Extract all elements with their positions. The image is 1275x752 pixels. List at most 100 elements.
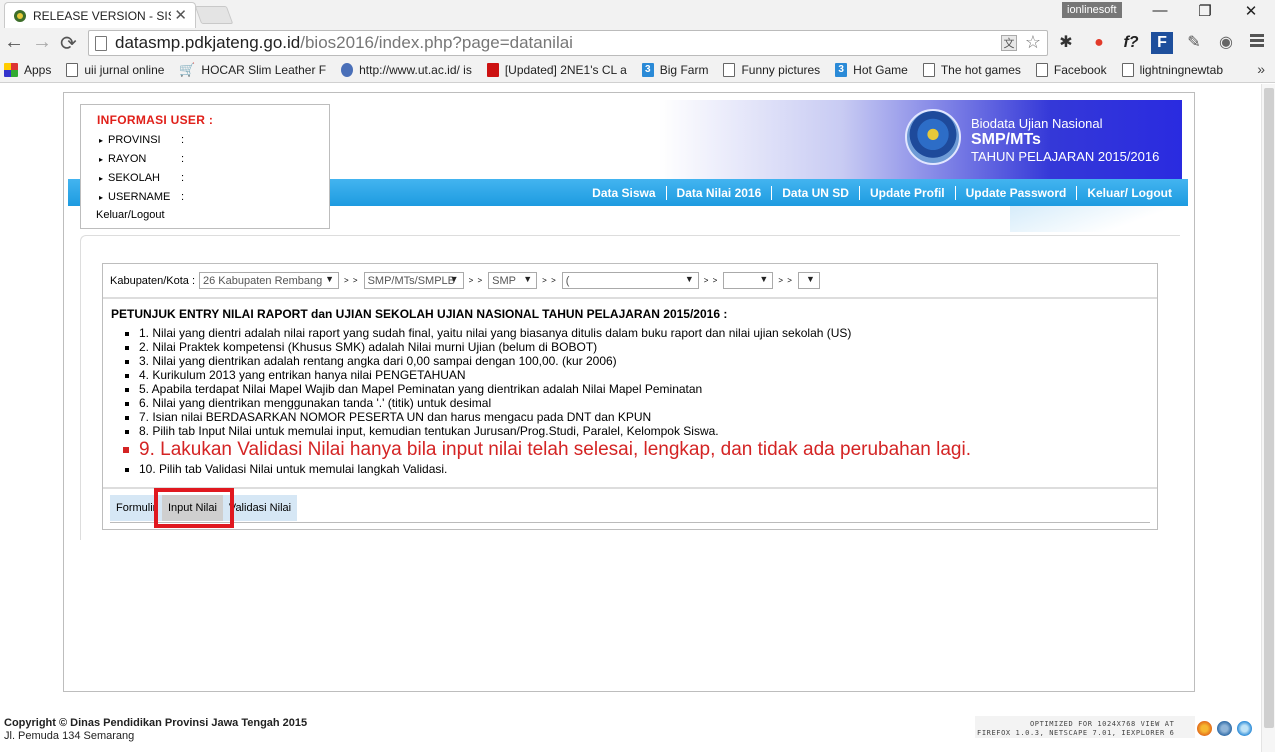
- select-value: 26 Kabupaten Rembang: [203, 274, 323, 287]
- jenjang-select[interactable]: SMP/MTs/SMPLB ▼: [363, 272, 464, 289]
- bookmark-label: Facebook: [1053, 63, 1107, 77]
- bookmark-item[interactable]: The hot games: [922, 63, 1021, 77]
- bookmarks-overflow-icon[interactable]: »: [1257, 61, 1265, 77]
- divider: [103, 487, 1157, 489]
- bookmark-label: Funny pictures: [741, 63, 821, 77]
- browser-tab[interactable]: RELEASE VERSION - SISTE ✕: [4, 2, 196, 28]
- kabupaten-label: Kabupaten/Kota :: [110, 274, 196, 287]
- bullet-arrow-icon: ▸: [99, 193, 104, 202]
- footer-copyright: Copyright © Dinas Pendidikan Provinsi Ja…: [4, 717, 308, 729]
- bullet-arrow-icon: ▸: [99, 155, 104, 164]
- ie-icon: [1237, 721, 1252, 736]
- back-icon[interactable]: ←: [4, 31, 24, 54]
- maximize-icon[interactable]: ❐: [1190, 2, 1220, 20]
- profile-badge[interactable]: ionlinesoft: [1062, 2, 1122, 18]
- jurusan-select[interactable]: ▼: [723, 272, 774, 289]
- jenis-select[interactable]: SMP ▼: [488, 272, 538, 289]
- user-row-label: RAYON: [108, 153, 147, 165]
- nav-data-un-sd[interactable]: Data UN SD: [771, 185, 859, 200]
- compat-line-2: FIREFOX 1.0.3, NETSCAPE 7.01, IEXPLORER …: [977, 729, 1175, 737]
- chevron-down-icon: ▼: [805, 274, 815, 284]
- forward-icon[interactable]: →: [32, 31, 52, 54]
- bookmark-item[interactable]: Facebook: [1035, 63, 1107, 77]
- chevron-down-icon: ▼: [449, 274, 459, 284]
- logout-link[interactable]: Keluar/Logout: [96, 209, 165, 221]
- instruction-item: 8. Pilih tab Input Nilai untuk memulai i…: [125, 424, 1151, 438]
- new-tab-button[interactable]: [194, 6, 234, 24]
- scrollbar-thumb[interactable]: [1264, 88, 1274, 728]
- page-icon: [922, 63, 935, 77]
- nav-update-password[interactable]: Update Password: [954, 185, 1077, 200]
- bullet-arrow-icon: ▸: [99, 136, 104, 145]
- bookmark-label: Apps: [24, 63, 52, 77]
- paralel-select[interactable]: ▼: [797, 272, 820, 289]
- globe-icon[interactable]: ◉: [1215, 32, 1237, 54]
- browser-toolbar: ← → ⟳ datasmp.pdkjateng.go.id/bios2016/i…: [0, 28, 1275, 58]
- bookmark-label: http://www.ut.ac.id/ is: [359, 63, 472, 77]
- banner-subtitle: Biodata Ujian Nasional: [971, 116, 1103, 131]
- user-row-label: SEKOLAH: [108, 172, 160, 184]
- record-icon[interactable]: ●: [1088, 32, 1110, 54]
- nav-data-siswa[interactable]: Data Siswa: [582, 186, 665, 200]
- tabs-underline: [110, 522, 1150, 523]
- youtube-icon: [486, 63, 499, 77]
- bookmark-item[interactable]: http://www.ut.ac.id/ is: [341, 63, 472, 77]
- tab-validasi-nilai[interactable]: Validasi Nilai: [222, 495, 298, 521]
- game-icon: 3: [641, 63, 654, 77]
- instruction-item: 10. Pilih tab Validasi Nilai untuk memul…: [125, 462, 1151, 476]
- bookmark-star-icon[interactable]: ☆: [1025, 32, 1041, 53]
- user-row-colon: :: [181, 153, 185, 165]
- bookmark-label: Hot Game: [853, 63, 908, 77]
- user-row-provinsi: ▸ PROVINSI:: [99, 134, 184, 147]
- bookmark-item[interactable]: 3 Hot Game: [835, 63, 908, 77]
- instruction-item: 2. Nilai Praktek kompetensi (Khusus SMK)…: [125, 340, 1151, 354]
- bug-icon[interactable]: ✱: [1055, 32, 1077, 54]
- instruction-item: 5. Apabila terdapat Nilai Mapel Wajib da…: [125, 382, 1151, 396]
- bookmark-apps[interactable]: Apps: [4, 63, 51, 77]
- nav-logout[interactable]: Keluar/ Logout: [1076, 185, 1182, 200]
- reload-icon[interactable]: ⟳: [60, 31, 77, 56]
- select-value: (: [565, 274, 570, 287]
- tut-wuri-logo-icon: [905, 109, 961, 165]
- bookmark-item[interactable]: uii jurnal online: [66, 63, 164, 77]
- user-row-sekolah: ▸ SEKOLAH:: [99, 172, 184, 185]
- bookmark-item[interactable]: lightningnewtab: [1121, 63, 1223, 77]
- bookmark-item[interactable]: 3 Big Farm: [641, 63, 708, 77]
- page-icon: [66, 63, 79, 77]
- user-row-colon: :: [181, 172, 185, 184]
- page-scrollbar[interactable]: [1261, 84, 1275, 752]
- f-brand-icon[interactable]: F: [1151, 32, 1173, 54]
- bookmark-item[interactable]: 🛒 HOCAR Slim Leather F: [179, 63, 327, 78]
- separator: > >: [344, 276, 359, 285]
- nav-data-nilai[interactable]: Data Nilai 2016: [665, 185, 772, 200]
- translate-icon[interactable]: 文: [1001, 35, 1017, 51]
- bullet-arrow-icon: ▸: [99, 174, 104, 183]
- bookmark-label: [Updated] 2NE1's CL a: [504, 63, 627, 77]
- site-favicon-icon: [14, 9, 26, 22]
- bookmark-item[interactable]: Funny pictures: [723, 63, 820, 77]
- dropper-icon[interactable]: ✎: [1183, 32, 1205, 54]
- user-row-label: PROVINSI: [108, 134, 161, 146]
- firefox-icon: [1197, 721, 1212, 736]
- tab-close-icon[interactable]: ✕: [174, 6, 187, 24]
- bookmark-label: The hot games: [940, 63, 1021, 77]
- sekolah-select[interactable]: (▼: [561, 272, 699, 289]
- nav-update-profil[interactable]: Update Profil: [858, 185, 955, 200]
- f-script-icon[interactable]: f?: [1120, 32, 1142, 54]
- kabupaten-select[interactable]: 26 Kabupaten Rembang ▼: [199, 272, 340, 289]
- tab-title: RELEASE VERSION - SISTE: [33, 8, 171, 23]
- bookmarks-bar: Apps uii jurnal online 🛒 HOCAR Slim Leath…: [0, 58, 1275, 83]
- page-icon: [95, 35, 107, 51]
- bookmark-label: HOCAR Slim Leather F: [201, 63, 327, 77]
- instruction-item: 7. Isian nilai BERDASARKAN NOMOR PESERTA…: [125, 410, 1151, 424]
- select-value: SMP: [492, 274, 517, 287]
- nilai-content-box: Kabupaten/Kota : 26 Kabupaten Rembang ▼ >…: [102, 263, 1158, 530]
- menu-icon[interactable]: [1250, 34, 1264, 49]
- instructions: PETUNJUK ENTRY NILAI RAPORT dan UJIAN SE…: [111, 307, 1151, 476]
- address-bar[interactable]: datasmp.pdkjateng.go.id/bios2016/index.p…: [88, 30, 1048, 56]
- close-window-icon[interactable]: ✕: [1236, 2, 1266, 20]
- bookmark-item[interactable]: [Updated] 2NE1's CL a: [486, 63, 627, 77]
- minimize-icon[interactable]: —: [1145, 2, 1175, 19]
- select-value: SMP/MTs/SMPLB: [367, 274, 455, 287]
- netscape-icon: [1217, 721, 1232, 736]
